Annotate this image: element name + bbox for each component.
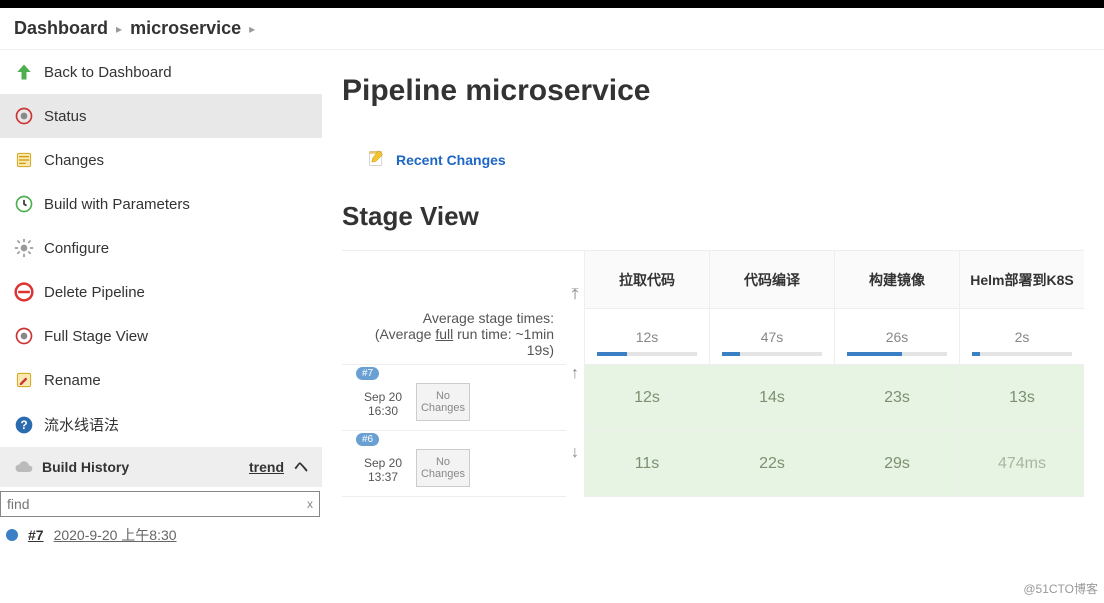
chevron-right-icon: ▸ [116, 22, 122, 36]
page-up-icon[interactable]: ↑ [571, 365, 579, 383]
avg-line1: Average stage times: [348, 310, 554, 326]
run-badge: #7 [356, 367, 379, 380]
cloud-icon [14, 457, 34, 477]
stage-columns: 拉取代码 12s 12s 11s 代码编译 47s [584, 251, 1084, 497]
run-date: Sep 20 13:37 [356, 447, 410, 492]
run-nav-arrows: ⤒ ↑ ↓ [566, 251, 584, 497]
find-input[interactable] [1, 492, 301, 516]
stage-col-avg: 12s [585, 309, 709, 365]
changes-icon [14, 150, 34, 170]
stage-col-2: 构建镜像 26s 23s 29s [834, 251, 959, 497]
sidebar-item-label: Rename [44, 372, 101, 389]
recent-changes-block: Recent Changes [366, 148, 1084, 171]
page-top-icon[interactable]: ⤒ [571, 286, 578, 304]
stage-col-avg: 47s [710, 309, 834, 365]
sidebar-item-changes[interactable]: Changes [0, 138, 322, 182]
run-row-7[interactable]: #7 Sep 20 16:30 No Changes [342, 365, 566, 431]
run-changes: No Changes [416, 383, 470, 421]
stage-cell[interactable]: 29s [835, 431, 959, 497]
build-status-ball-icon [6, 529, 18, 541]
stage-col-header: Helm部署到K8S [960, 251, 1084, 309]
build-history-row[interactable]: #7 2020-9-20 上午8:30 [0, 521, 322, 549]
breadcrumb: Dashboard ▸ microservice ▸ [0, 8, 1104, 50]
stage-cell[interactable]: 23s [835, 365, 959, 431]
build-history-header[interactable]: Build History trend ヘ [0, 447, 322, 487]
stage-col-1: 代码编译 47s 14s 22s [709, 251, 834, 497]
stage-view-table: Average stage times: (Average full run t… [342, 250, 1084, 497]
stage-cell[interactable]: 22s [710, 431, 834, 497]
page-title: Pipeline microservice [342, 74, 1084, 108]
stage-col-header: 拉取代码 [585, 251, 709, 309]
sidebar-item-label: Build with Parameters [44, 196, 190, 213]
sidebar-item-full-stage-view[interactable]: Full Stage View [0, 314, 322, 358]
window-top-bar [0, 0, 1104, 8]
collapse-caret-icon[interactable]: ヘ [294, 457, 308, 477]
find-row: x [0, 491, 320, 517]
main-panel: Pipeline microservice Recent Changes Sta… [322, 50, 1104, 549]
stageview-icon [14, 326, 34, 346]
stage-col-avg: 26s [835, 309, 959, 365]
sidebar-item-configure[interactable]: Configure [0, 226, 322, 270]
trend-link[interactable]: trend [249, 459, 284, 475]
stage-col-3: Helm部署到K8S 2s 13s 474ms [959, 251, 1084, 497]
rename-icon [14, 370, 34, 390]
clock-icon [14, 194, 34, 214]
sidebar-item-label: Changes [44, 152, 104, 169]
gear-icon [14, 238, 34, 258]
stage-cell[interactable]: 12s [585, 365, 709, 431]
sidebar-item-label: Delete Pipeline [44, 284, 145, 301]
sidebar-item-status[interactable]: Status [0, 94, 322, 138]
sidebar-item-back[interactable]: Back to Dashboard [0, 50, 322, 94]
notepad-icon [366, 148, 386, 171]
clear-icon[interactable]: x [301, 497, 319, 511]
stage-col-header: 构建镜像 [835, 251, 959, 309]
sidebar-item-label: Configure [44, 240, 109, 257]
stage-left-column: Average stage times: (Average full run t… [342, 251, 566, 497]
run-badge: #6 [356, 433, 379, 446]
build-number-link[interactable]: #7 [28, 527, 44, 543]
stage-cell[interactable]: 474ms [960, 431, 1084, 497]
status-icon [14, 106, 34, 126]
stage-col-header: 代码编译 [710, 251, 834, 309]
build-date-link[interactable]: 2020-9-20 上午8:30 [54, 525, 177, 545]
watermark: @51CTO博客 [1023, 580, 1098, 597]
svg-text:?: ? [20, 419, 27, 432]
delete-icon [14, 282, 34, 302]
recent-changes-link[interactable]: Recent Changes [396, 152, 506, 168]
chevron-right-icon: ▸ [249, 22, 255, 36]
breadcrumb-project[interactable]: microservice [130, 18, 241, 39]
stage-cell[interactable]: 11s [585, 431, 709, 497]
avg-line2: (Average full run time: ~1min [348, 326, 554, 342]
stage-view-title: Stage View [342, 201, 1084, 232]
sidebar-item-rename[interactable]: Rename [0, 358, 322, 402]
help-icon: ? [14, 415, 34, 435]
build-history-title: Build History [42, 459, 129, 475]
avg-line3: 19s) [348, 342, 554, 358]
up-arrow-icon [14, 62, 34, 82]
sidebar-item-label: 流水线语法 [44, 414, 119, 435]
run-row-6[interactable]: #6 Sep 20 13:37 No Changes [342, 431, 566, 497]
stage-cell[interactable]: 14s [710, 365, 834, 431]
sidebar-item-label: Full Stage View [44, 328, 148, 345]
run-date: Sep 20 16:30 [356, 381, 410, 426]
sidebar: Back to Dashboard Status Changes Build w… [0, 50, 322, 549]
average-stage-times: Average stage times: (Average full run t… [342, 251, 566, 365]
sidebar-item-label: Status [44, 108, 87, 125]
stage-col-avg: 2s [960, 309, 1084, 365]
breadcrumb-dashboard[interactable]: Dashboard [14, 18, 108, 39]
page-down-icon[interactable]: ↓ [571, 444, 579, 462]
stage-cell[interactable]: 13s [960, 365, 1084, 431]
sidebar-item-build-params[interactable]: Build with Parameters [0, 182, 322, 226]
sidebar-item-label: Back to Dashboard [44, 64, 172, 81]
sidebar-item-pipeline-syntax[interactable]: ? 流水线语法 [0, 402, 322, 447]
stage-col-0: 拉取代码 12s 12s 11s [584, 251, 709, 497]
run-changes: No Changes [416, 449, 470, 487]
sidebar-item-delete[interactable]: Delete Pipeline [0, 270, 322, 314]
